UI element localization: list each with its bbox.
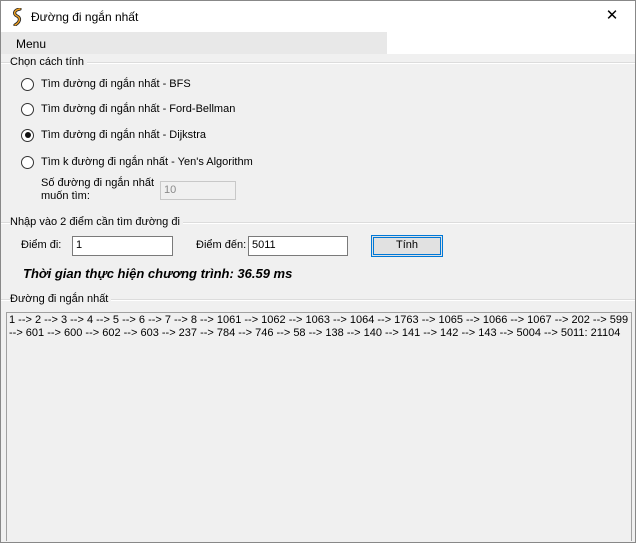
radio-ford-bellman[interactable]: Tìm đường đi ngắn nhất - Ford-Bellman — [21, 100, 235, 118]
from-point-label: Điểm đi: — [21, 239, 62, 251]
execution-time-label: Thời gian thực hiện chương trình: 36.59 … — [23, 266, 293, 281]
main-window: Đường đi ngắn nhất ✕ Menu Chọn cách tính… — [0, 0, 636, 543]
to-point-label: Điểm đến: — [196, 239, 247, 251]
menu-bar-filler — [387, 32, 635, 54]
k-paths-label-line1: Số đường đi ngắn nhất — [41, 177, 155, 189]
path-output-text: 1 --> 2 --> 3 --> 4 --> 5 --> 6 --> 7 --… — [9, 314, 629, 339]
close-button[interactable]: ✕ — [589, 1, 635, 32]
radio-yen[interactable]: Tìm k đường đi ngắn nhất - Yen's Algorit… — [21, 153, 253, 171]
method-group-title: Chọn cách tính — [10, 56, 87, 68]
method-group: Chọn cách tính Tìm đường đi ngắn nhất - … — [1, 55, 635, 213]
radio-label: Tìm đường đi ngắn nhất - BFS — [41, 78, 191, 90]
close-icon: ✕ — [605, 7, 619, 24]
k-paths-label: Số đường đi ngắn nhất muốn tìm: — [41, 177, 154, 203]
k-paths-input[interactable]: 10 — [160, 181, 236, 200]
radio-button[interactable] — [21, 155, 34, 169]
radio-bfs[interactable]: Tìm đường đi ngắn nhất - BFS — [21, 75, 191, 93]
k-paths-label-line2: muốn tìm: — [41, 190, 90, 202]
radio-dijkstra[interactable]: Tìm đường đi ngắn nhất - Dijkstra — [21, 126, 206, 144]
menu-item-menu[interactable]: Menu — [16, 37, 46, 51]
to-point-input[interactable]: 5011 — [248, 236, 348, 256]
path-output-textbox[interactable]: 1 --> 2 --> 3 --> 4 --> 5 --> 6 --> 7 --… — [6, 312, 632, 541]
compute-button[interactable]: Tính — [371, 235, 443, 257]
group-divider — [1, 62, 635, 64]
radio-label: Tìm đường đi ngắn nhất - Ford-Bellman — [41, 103, 236, 115]
radio-label: Tìm k đường đi ngắn nhất - Yen's Algorit… — [41, 156, 253, 168]
radio-label: Tìm đường đi ngắn nhất - Dijkstra — [41, 129, 206, 141]
points-group-title: Nhập vào 2 điểm cần tìm đường đi — [10, 216, 183, 228]
compute-button-label: Tính — [395, 239, 418, 251]
radio-button[interactable] — [21, 102, 34, 116]
radio-button-selected[interactable] — [21, 128, 34, 142]
result-group-title: Đường đi ngắn nhất — [10, 293, 112, 305]
title-bar: Đường đi ngắn nhất ✕ — [1, 1, 635, 32]
radio-button[interactable] — [21, 77, 34, 91]
window-title: Đường đi ngắn nhất — [31, 10, 139, 24]
app-icon — [13, 8, 22, 26]
menu-bar: Menu — [1, 32, 387, 54]
from-point-input[interactable]: 1 — [72, 236, 173, 256]
